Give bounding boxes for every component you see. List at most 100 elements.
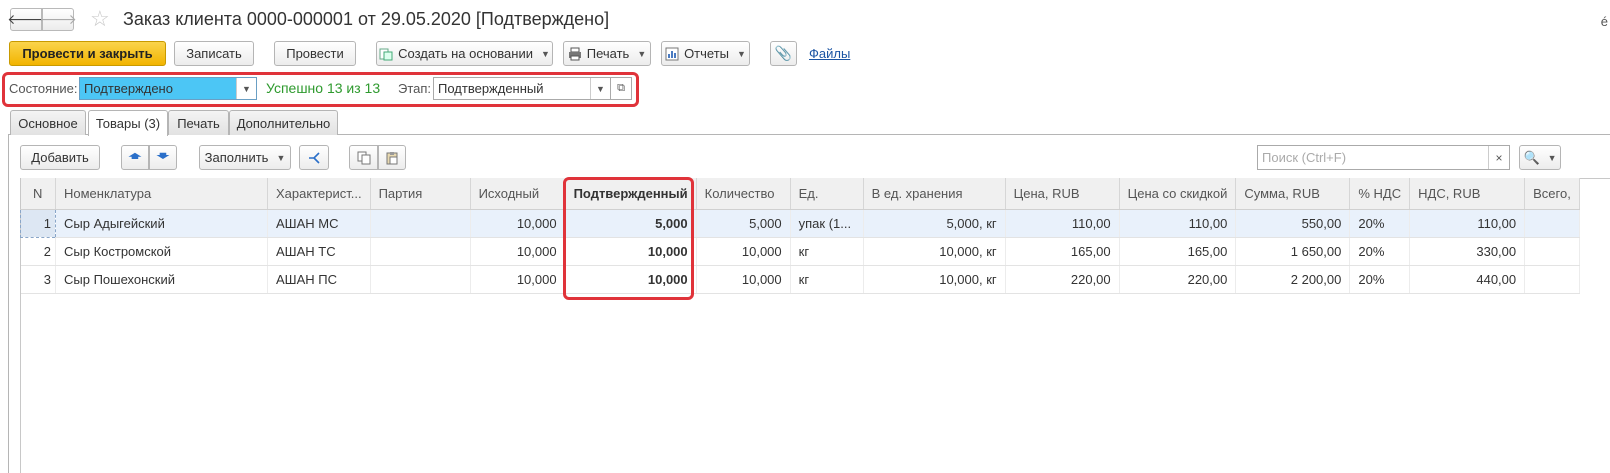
tab-additional[interactable]: Дополнительно bbox=[229, 110, 338, 135]
cell-n[interactable]: 2 bbox=[20, 237, 56, 266]
post-and-close-button[interactable]: Провести и закрыть bbox=[9, 41, 166, 66]
split-rows-button[interactable] bbox=[299, 145, 329, 170]
cell-storage-units[interactable]: 10,000, кг bbox=[863, 237, 1006, 266]
tab-goods[interactable]: Товары (3) bbox=[88, 110, 168, 136]
col-header-storage-units[interactable]: В ед. хранения bbox=[863, 178, 1006, 210]
reports-button[interactable]: Отчеты ▼ bbox=[661, 41, 750, 66]
cell-unit[interactable]: кг bbox=[790, 237, 864, 266]
chevron-down-icon: ▼ bbox=[540, 48, 550, 59]
col-header-batch[interactable]: Партия bbox=[370, 178, 471, 210]
col-header-characteristic[interactable]: Характерист... bbox=[267, 178, 371, 210]
cell-storage-units[interactable]: 10,000, кг bbox=[863, 265, 1006, 294]
cell-discount-price[interactable]: 165,00 bbox=[1119, 237, 1237, 266]
cell-nomenclature[interactable]: Сыр Пошехонский bbox=[55, 265, 268, 294]
chevron-down-icon: ▼ bbox=[276, 152, 286, 163]
save-button[interactable]: Записать bbox=[174, 41, 254, 66]
cell-total[interactable] bbox=[1524, 237, 1580, 266]
create-based-on-button[interactable]: Создать на основании ▼ bbox=[376, 41, 553, 66]
col-header-unit[interactable]: Ед. bbox=[790, 178, 864, 210]
cell-n[interactable]: 1 bbox=[20, 208, 56, 238]
cell-sum[interactable]: 550,00 bbox=[1235, 209, 1351, 238]
cell-total[interactable] bbox=[1524, 209, 1580, 238]
cell-unit[interactable]: упак (1... bbox=[790, 209, 864, 238]
cell-batch[interactable] bbox=[370, 237, 471, 266]
back-button[interactable]: 🡐 bbox=[7, 8, 45, 31]
paste-rows-button[interactable] bbox=[378, 145, 406, 170]
star-icon[interactable]: ☆ bbox=[90, 6, 110, 32]
cell-vat[interactable]: 440,00 bbox=[1409, 265, 1526, 294]
paste-icon bbox=[386, 151, 398, 164]
tab-main[interactable]: Основное bbox=[10, 110, 86, 135]
cell-vat[interactable]: 110,00 bbox=[1409, 209, 1526, 238]
cell-vat[interactable]: 330,00 bbox=[1409, 237, 1526, 266]
cell-batch[interactable] bbox=[370, 209, 471, 238]
cell-characteristic[interactable]: АШАН МС bbox=[267, 209, 371, 238]
col-header-vat[interactable]: НДС, RUB bbox=[1409, 178, 1526, 210]
cell-nomenclature[interactable]: Сыр Адыгейский bbox=[55, 209, 268, 238]
search-input[interactable]: Поиск (Ctrl+F) × bbox=[1257, 145, 1510, 170]
cell-initial[interactable]: 10,000 bbox=[470, 265, 566, 294]
table-row[interactable]: 1 Сыр Адыгейский АШАН МС 10,000 5,000 5,… bbox=[20, 208, 1580, 238]
state-select[interactable]: Подтверждено ▼ bbox=[79, 77, 257, 100]
tab-print[interactable]: Печать bbox=[168, 110, 229, 135]
fill-button[interactable]: Заполнить ▼ bbox=[199, 145, 291, 170]
cell-discount-price[interactable]: 220,00 bbox=[1119, 265, 1237, 294]
close-icon[interactable]: × bbox=[1488, 146, 1509, 169]
move-down-button[interactable]: 🡃 bbox=[149, 145, 177, 170]
cell-vat-rate[interactable]: 20% bbox=[1349, 209, 1411, 238]
add-row-button[interactable]: Добавить bbox=[20, 145, 100, 170]
table-row[interactable]: 2 Сыр Костромской АШАН ТС 10,000 10,000 … bbox=[20, 237, 1580, 266]
cell-characteristic[interactable]: АШАН ТС bbox=[267, 237, 371, 266]
cell-initial[interactable]: 10,000 bbox=[470, 209, 566, 238]
printer-icon bbox=[568, 47, 581, 60]
cell-nomenclature[interactable]: Сыр Костромской bbox=[55, 237, 268, 266]
col-header-n[interactable]: N bbox=[20, 178, 56, 210]
search-button[interactable]: 🔍 ▼ bbox=[1519, 145, 1561, 170]
chevron-down-icon[interactable]: ▼ bbox=[236, 78, 256, 99]
col-header-discount-price[interactable]: Цена со скидкой bbox=[1119, 178, 1237, 210]
cell-vat-rate[interactable]: 20% bbox=[1349, 237, 1411, 266]
cell-storage-units[interactable]: 5,000, кг bbox=[863, 209, 1006, 238]
cell-sum[interactable]: 1 650,00 bbox=[1235, 237, 1351, 266]
copy-rows-button[interactable] bbox=[349, 145, 378, 170]
cell-total[interactable] bbox=[1524, 265, 1580, 294]
cell-vat-rate[interactable]: 20% bbox=[1349, 265, 1411, 294]
success-status: Успешно 13 из 13 bbox=[266, 80, 381, 96]
col-header-price[interactable]: Цена, RUB bbox=[1005, 178, 1120, 210]
split-icon bbox=[309, 151, 320, 164]
open-stage-button[interactable]: ⧉ bbox=[610, 77, 632, 100]
cell-quantity[interactable]: 5,000 bbox=[696, 209, 791, 238]
cell-sum[interactable]: 2 200,00 bbox=[1235, 265, 1351, 294]
cell-initial[interactable]: 10,000 bbox=[470, 237, 566, 266]
col-header-total[interactable]: Всего, bbox=[1524, 178, 1580, 210]
stage-select[interactable]: Подтвержденный ▼ bbox=[433, 77, 611, 100]
forward-button[interactable]: 🡒 bbox=[39, 8, 77, 31]
cell-price[interactable]: 220,00 bbox=[1005, 265, 1120, 294]
magnifier-icon: 🔍 bbox=[1523, 149, 1540, 165]
window-title: Заказ клиента 0000-000001 от 29.05.2020 … bbox=[123, 9, 610, 29]
post-button[interactable]: Провести bbox=[274, 41, 356, 66]
cell-price[interactable]: 110,00 bbox=[1005, 209, 1120, 238]
col-header-nomenclature[interactable]: Номенклатура bbox=[55, 178, 268, 210]
col-header-initial[interactable]: Исходный bbox=[470, 178, 566, 210]
cell-characteristic[interactable]: АШАН ПС bbox=[267, 265, 371, 294]
col-header-quantity[interactable]: Количество bbox=[696, 178, 791, 210]
cell-n[interactable]: 3 bbox=[20, 265, 56, 294]
cell-quantity[interactable]: 10,000 bbox=[696, 237, 791, 266]
cell-batch[interactable] bbox=[370, 265, 471, 294]
chevron-down-icon[interactable]: ▼ bbox=[590, 78, 610, 99]
cell-discount-price[interactable]: 110,00 bbox=[1119, 209, 1237, 238]
state-label: Состояние: bbox=[9, 81, 78, 96]
attach-button[interactable]: 📎 bbox=[770, 41, 797, 66]
cell-unit[interactable]: кг bbox=[790, 265, 864, 294]
print-button[interactable]: Печать ▼ bbox=[563, 41, 651, 66]
corner-label: é bbox=[1600, 14, 1608, 29]
table-row[interactable]: 3 Сыр Пошехонский АШАН ПС 10,000 10,000 … bbox=[20, 265, 1580, 294]
cell-price[interactable]: 165,00 bbox=[1005, 237, 1120, 266]
move-up-button[interactable]: 🡁 bbox=[121, 145, 149, 170]
col-header-vat-rate[interactable]: % НДС bbox=[1349, 178, 1411, 210]
files-link[interactable]: Файлы bbox=[809, 46, 850, 61]
report-icon bbox=[665, 47, 679, 60]
cell-quantity[interactable]: 10,000 bbox=[696, 265, 791, 294]
col-header-sum[interactable]: Сумма, RUB bbox=[1235, 178, 1351, 210]
